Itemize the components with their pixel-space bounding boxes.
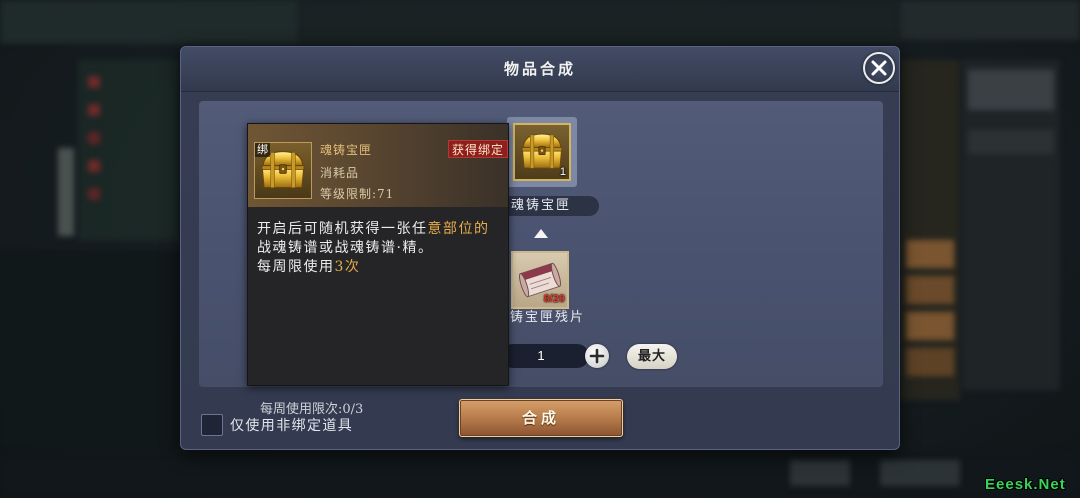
material-item-name: 铸宝匣残片 — [510, 310, 586, 325]
target-item-count: 1 — [559, 166, 566, 178]
quantity-value: 1 — [537, 348, 545, 363]
background-list-marker — [88, 76, 100, 88]
background-bottom-button — [790, 460, 850, 486]
background-left-scrollbar — [58, 148, 74, 236]
tooltip-level-limit: 等级限制:71 — [320, 187, 395, 201]
background-list-marker — [88, 104, 100, 116]
background-far-right-row — [968, 130, 1054, 154]
close-icon — [871, 60, 887, 76]
background-top-right-bar — [900, 0, 1080, 40]
background-right-item — [906, 240, 954, 268]
description-text: 战魂铸谱或战魂铸谱·精。 — [257, 240, 434, 256]
background-far-right-row — [968, 70, 1054, 110]
tooltip-item-name: 魂铸宝匣 — [320, 143, 373, 157]
description-text: 开启后可随机获得一张任 — [257, 221, 428, 237]
background-bottom-button — [880, 460, 960, 486]
game-screen: 物品合成 1 魂铸宝匣 8/20 铸宝匣残片 1 最大 绑 魂铸宝匣 消耗品 等… — [0, 0, 1080, 498]
description-line: 战魂铸谱或战魂铸谱·精。 — [257, 239, 507, 258]
weekly-usage-count: 每周使用限次:0/3 — [260, 402, 364, 417]
bind-on-obtain-tag: 获得绑定 — [448, 140, 508, 158]
max-quantity-button[interactable]: 最大 — [627, 344, 677, 369]
background-list-marker — [88, 160, 100, 172]
dialog-header: 物品合成 — [181, 47, 899, 92]
synthesize-button[interactable]: 合成 — [459, 399, 623, 437]
tooltip-item-icon-frame: 绑 — [254, 142, 312, 199]
bound-badge: 绑 — [255, 143, 270, 157]
dialog-title: 物品合成 — [503, 60, 576, 78]
background-right-item — [906, 276, 954, 304]
material-item-slot[interactable]: 8/20 — [511, 251, 569, 309]
non-bound-only-checkbox[interactable] — [201, 414, 223, 436]
background-list-marker — [88, 188, 100, 200]
target-item-slot[interactable]: 1 — [513, 123, 571, 181]
description-highlight: 3次 — [334, 259, 361, 275]
description-line: 每周限使用3次 — [257, 258, 507, 277]
description-highlight: 意部位的 — [427, 221, 490, 237]
watermark: Eeesk.Net — [985, 476, 1066, 493]
plus-icon — [589, 348, 605, 364]
material-item-count: 8/20 — [543, 293, 565, 305]
background-top-left-bar — [0, 0, 300, 44]
background-list-marker — [88, 132, 100, 144]
quantity-input[interactable]: 1 — [501, 344, 589, 368]
item-description: 开启后可随机获得一张任意部位的 战魂铸谱或战魂铸谱·精。 每周限使用3次 — [257, 220, 507, 277]
description-text: 每周限使用 — [257, 259, 335, 275]
non-bound-only-label[interactable]: 仅使用非绑定道具 — [230, 415, 353, 437]
description-line: 开启后可随机获得一张任意部位的 — [257, 220, 507, 239]
target-item-frame: 1 — [507, 117, 577, 187]
tooltip-item-type: 消耗品 — [320, 166, 360, 180]
arrow-up-icon — [534, 229, 548, 238]
background-right-item — [906, 312, 954, 340]
background-lower-left-panel — [0, 250, 180, 450]
close-button[interactable] — [863, 52, 895, 84]
item-synthesis-dialog: 物品合成 1 魂铸宝匣 8/20 铸宝匣残片 1 最大 绑 魂铸宝匣 消耗品 等… — [180, 46, 900, 450]
item-tooltip: 绑 魂铸宝匣 消耗品 等级限制:71 获得绑定 开启后可随机获得一张任意部位的 … — [247, 123, 509, 417]
background-top-strip — [300, 0, 900, 44]
increase-quantity-button[interactable] — [585, 344, 609, 368]
background-right-item — [906, 348, 954, 376]
